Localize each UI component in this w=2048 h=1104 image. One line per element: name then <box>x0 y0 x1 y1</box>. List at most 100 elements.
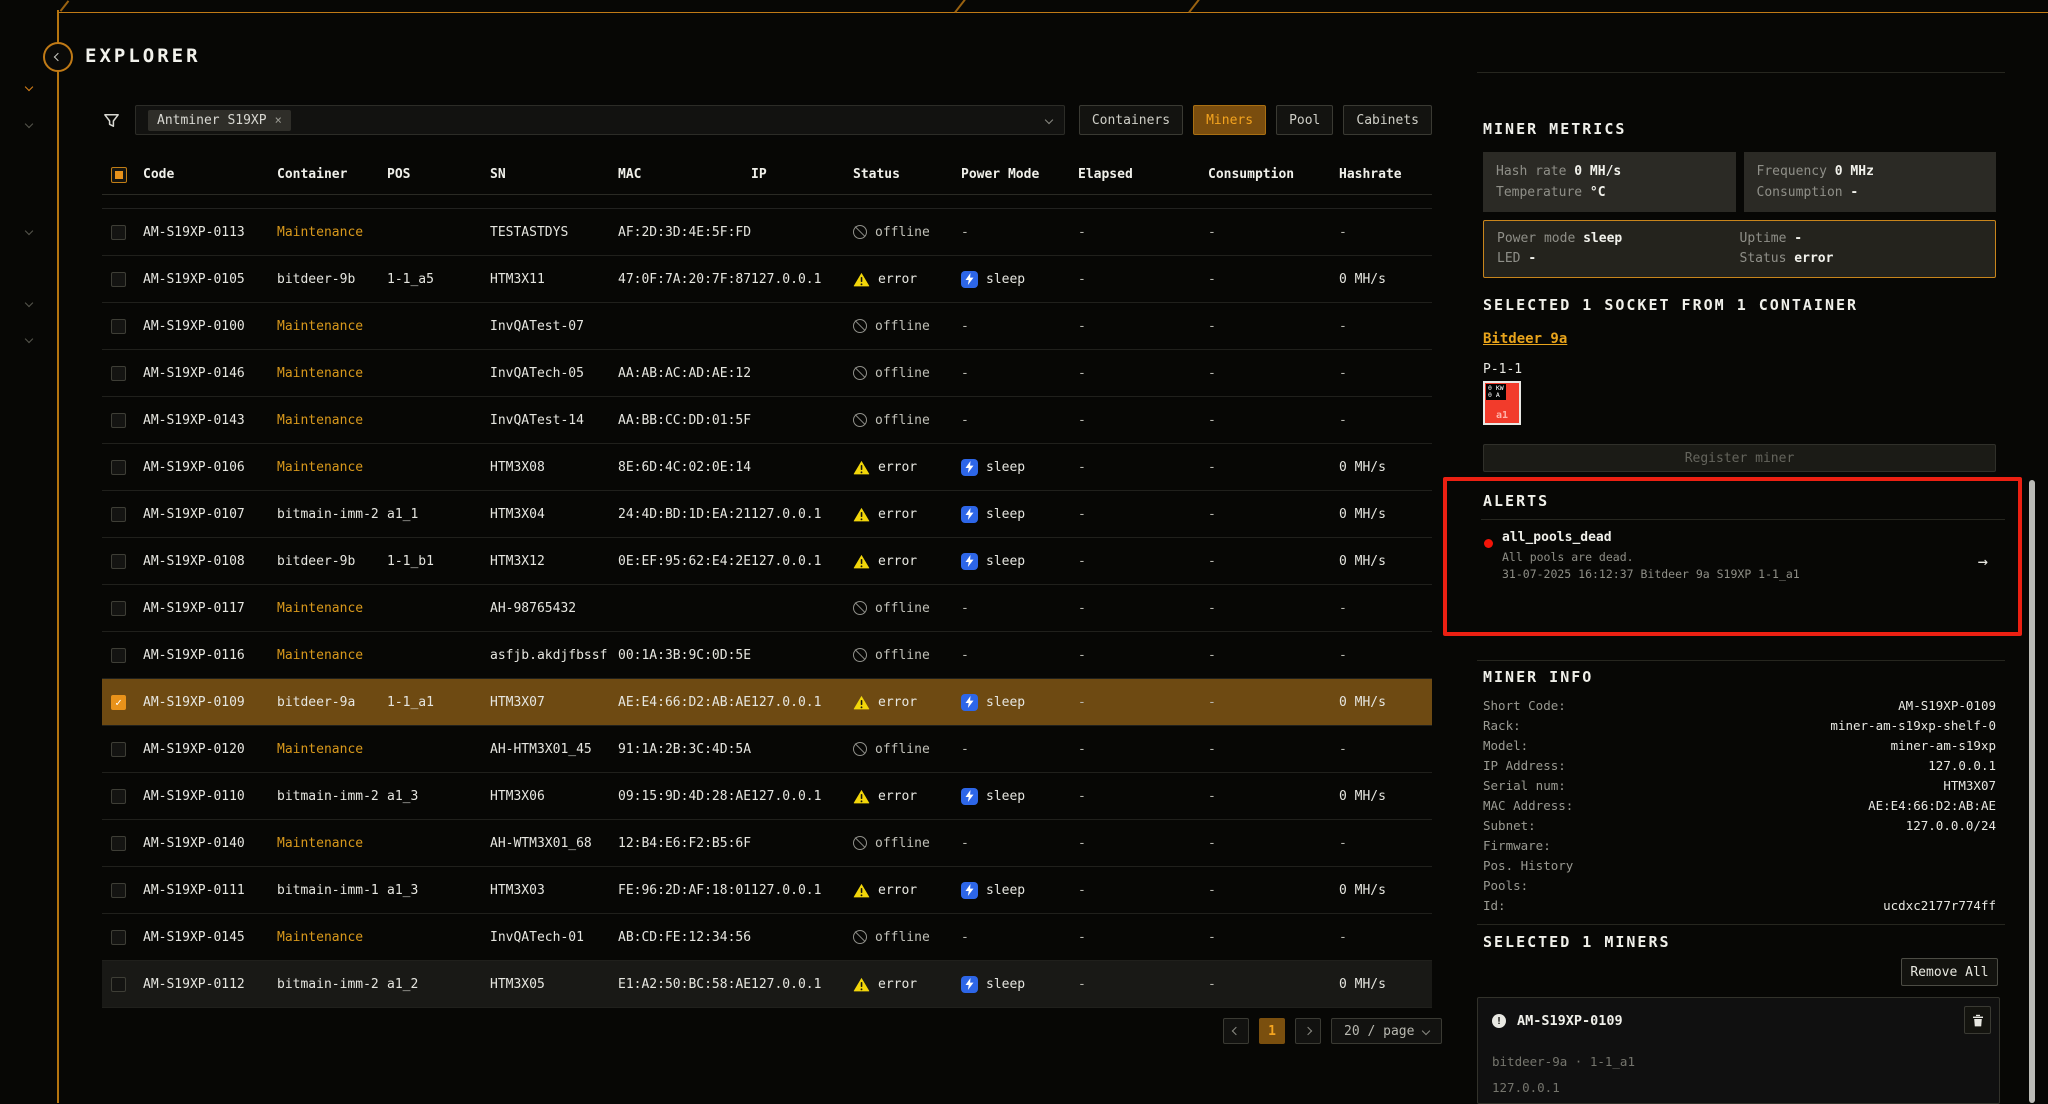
container-link[interactable]: Bitdeer 9a <box>1483 331 1996 347</box>
table-row[interactable]: AM-S19XP-0107 bitmain-imm-2 a1_1 HTM3X04… <box>102 491 1432 538</box>
select-all-checkbox[interactable] <box>111 167 127 183</box>
chevron-down-icon[interactable] <box>25 227 33 235</box>
column-header-hashrate[interactable]: Hashrate <box>1339 167 1432 182</box>
row-checkbox[interactable] <box>111 601 126 616</box>
miner-container: Maintenance <box>277 601 387 616</box>
row-checkbox[interactable] <box>111 648 126 663</box>
chevron-down-icon[interactable] <box>25 299 33 307</box>
table-row[interactable]: AM-S19XP-0143 Maintenance InvQATest-14 A… <box>102 397 1432 444</box>
table-row[interactable]: AM-S19XP-0117 Maintenance AH-98765432 of… <box>102 585 1432 632</box>
current-page[interactable]: 1 <box>1259 1018 1285 1044</box>
socket-position-label: P-1-1 <box>1483 362 1996 377</box>
miner-consumption: - <box>1208 507 1339 522</box>
table-row[interactable]: AM-S19XP-0112 bitmain-imm-2 a1_2 HTM3X05… <box>102 961 1432 1008</box>
miner-hashrate: 0 MH/s <box>1339 507 1432 522</box>
remove-miner-button[interactable] <box>1964 1006 1991 1034</box>
chevron-down-icon[interactable] <box>25 83 33 91</box>
column-header-mac[interactable]: MAC <box>618 167 751 182</box>
table-row[interactable]: AM-S19XP-0106 Maintenance HTM3X08 8E:6D:… <box>102 444 1432 491</box>
miner-consumption: - <box>1208 930 1339 945</box>
info-label: Serial num: <box>1483 778 1566 798</box>
view-button-miners[interactable]: Miners <box>1193 105 1266 135</box>
column-header-container[interactable]: Container <box>277 167 387 182</box>
column-header-consumption[interactable]: Consumption <box>1208 167 1339 182</box>
row-checkbox[interactable] <box>111 272 126 287</box>
column-header-sn[interactable]: SN <box>490 167 618 182</box>
next-page-button[interactable] <box>1295 1018 1321 1044</box>
register-miner-button[interactable]: Register miner <box>1483 444 1996 472</box>
column-header-code[interactable]: Code <box>143 167 277 182</box>
table-header-spacer <box>102 195 1432 209</box>
row-checkbox[interactable] <box>111 460 126 475</box>
row-checkbox[interactable] <box>111 319 126 334</box>
info-value: AE:E4:66:D2:AB:AE <box>1868 798 1996 818</box>
column-header-status[interactable]: Status <box>853 167 961 182</box>
miner-elapsed: - <box>1078 272 1208 287</box>
panel-scrollbar[interactable] <box>2029 480 2035 1103</box>
chevron-down-icon[interactable] <box>25 335 33 343</box>
table-row[interactable]: AM-S19XP-0120 Maintenance AH-HTM3X01_45 … <box>102 726 1432 773</box>
row-checkbox[interactable] <box>111 742 126 757</box>
info-value: miner-am-s19xp-shelf-0 <box>1830 718 1996 738</box>
info-value: 127.0.0.1 <box>1928 758 1996 778</box>
view-button-cabinets[interactable]: Cabinets <box>1343 105 1432 135</box>
back-button[interactable] <box>43 42 73 72</box>
miner-pos: 1-1_a1 <box>387 695 490 710</box>
row-checkbox[interactable] <box>111 789 126 804</box>
row-checkbox[interactable] <box>111 366 126 381</box>
miner-sn: HTM3X04 <box>490 507 618 522</box>
column-header-ip[interactable]: IP <box>751 167 853 182</box>
view-switcher: Containers Miners Pool Cabinets <box>1079 105 1432 135</box>
column-header-pos[interactable]: POS <box>387 167 490 182</box>
miner-container: bitmain-imm-2 <box>277 789 387 804</box>
miner-container: Maintenance <box>277 648 387 663</box>
table-row[interactable]: AM-S19XP-0140 Maintenance AH-WTM3X01_68 … <box>102 820 1432 867</box>
row-checkbox[interactable] <box>111 507 126 522</box>
alert-item[interactable]: all_pools_dead All pools are dead. 31-07… <box>1483 530 1996 581</box>
arrow-right-icon[interactable]: → <box>1978 552 1988 572</box>
row-checkbox[interactable] <box>111 883 126 898</box>
table-row[interactable]: AM-S19XP-0116 Maintenance asfjb.akdjfbss… <box>102 632 1432 679</box>
row-checkbox[interactable] <box>111 930 126 945</box>
table-row[interactable]: AM-S19XP-0146 Maintenance InvQATech-05 A… <box>102 350 1432 397</box>
row-checkbox[interactable] <box>111 554 126 569</box>
miner-sn: AH-HTM3X01_45 <box>490 742 618 757</box>
table-row[interactable]: AM-S19XP-0100 Maintenance InvQATest-07 o… <box>102 303 1432 350</box>
funnel-icon <box>102 111 121 130</box>
table-row[interactable]: AM-S19XP-0105 bitdeer-9b 1-1_a5 HTM3X11 … <box>102 256 1432 303</box>
page-size-select[interactable]: 20 / page <box>1331 1018 1442 1044</box>
remove-all-button[interactable]: Remove All <box>1901 958 1998 986</box>
table-row[interactable]: AM-S19XP-0113 Maintenance TESTASTDYS AF:… <box>102 209 1432 256</box>
miner-hashrate: - <box>1339 225 1432 240</box>
socket-tile[interactable]: 0 KW 0 A a1 <box>1483 381 1521 425</box>
table-row[interactable]: AM-S19XP-0108 bitdeer-9b 1-1_b1 HTM3X12 … <box>102 538 1432 585</box>
row-checkbox[interactable] <box>111 977 126 992</box>
miner-info-row: IP Address: 127.0.0.1 <box>1483 758 1996 778</box>
miner-container: Maintenance <box>277 413 387 428</box>
prohibited-circle-icon <box>853 742 867 756</box>
tag-close-icon[interactable]: × <box>275 113 282 127</box>
frame-vertical-line <box>57 10 59 1103</box>
miner-consumption: - <box>1208 883 1339 898</box>
filter-tag[interactable]: Antminer S19XP × <box>148 110 291 131</box>
filter-input[interactable]: Antminer S19XP × <box>135 105 1065 135</box>
miner-status: error <box>853 789 961 804</box>
table-row[interactable]: AM-S19XP-0109 bitdeer-9a 1-1_a1 HTM3X07 … <box>102 679 1432 726</box>
view-button-containers[interactable]: Containers <box>1079 105 1183 135</box>
table-row[interactable]: AM-S19XP-0111 bitmain-imm-1 a1_3 HTM3X03… <box>102 867 1432 914</box>
column-header-power-mode[interactable]: Power Mode <box>961 167 1078 182</box>
chevron-down-icon[interactable] <box>1045 116 1053 124</box>
row-checkbox[interactable] <box>111 225 126 240</box>
prev-page-button[interactable] <box>1223 1018 1249 1044</box>
row-checkbox[interactable] <box>111 836 126 851</box>
miner-sn: InvQATest-07 <box>490 319 618 334</box>
miner-code: AM-S19XP-0116 <box>143 648 277 663</box>
chevron-right-icon <box>1304 1027 1312 1035</box>
column-header-elapsed[interactable]: Elapsed <box>1078 167 1208 182</box>
row-checkbox[interactable] <box>111 413 126 428</box>
view-button-pool[interactable]: Pool <box>1276 105 1333 135</box>
row-checkbox[interactable] <box>111 695 126 710</box>
chevron-down-icon[interactable] <box>25 120 33 128</box>
table-row[interactable]: AM-S19XP-0145 Maintenance InvQATech-01 A… <box>102 914 1432 961</box>
table-row[interactable]: AM-S19XP-0110 bitmain-imm-2 a1_3 HTM3X06… <box>102 773 1432 820</box>
